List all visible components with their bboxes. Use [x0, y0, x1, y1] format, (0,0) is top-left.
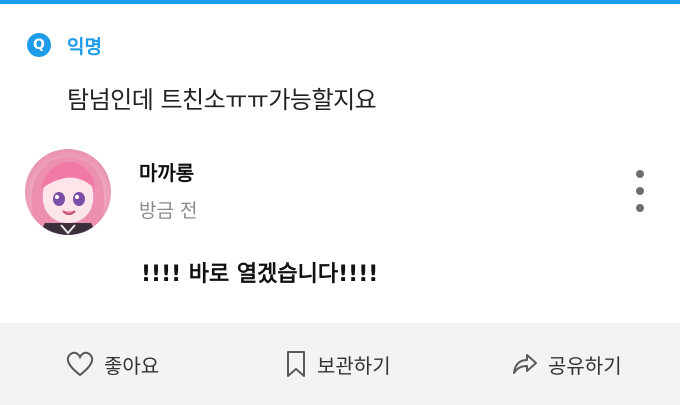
share-button[interactable]: 공유하기	[512, 323, 622, 405]
question-header: Q 익명	[27, 32, 102, 58]
q-badge-icon: Q	[27, 33, 51, 57]
action-bar: 좋아요 보관하기 공유하기	[0, 323, 680, 405]
more-options-button[interactable]	[630, 170, 650, 212]
share-icon	[512, 352, 538, 376]
save-label: 보관하기	[317, 353, 391, 378]
anonymous-label: 익명	[67, 35, 102, 58]
top-accent-bar	[0, 0, 680, 4]
like-button[interactable]: 좋아요	[66, 323, 159, 405]
more-dot-icon	[636, 187, 644, 195]
avatar-illustration	[25, 157, 111, 235]
more-dot-icon	[636, 204, 644, 212]
save-button[interactable]: 보관하기	[285, 323, 391, 405]
more-dot-icon	[636, 170, 644, 178]
author-name[interactable]: 마까롱	[139, 157, 194, 186]
bookmark-icon	[285, 350, 307, 378]
like-label: 좋아요	[104, 353, 160, 378]
answer-text: !!!! 바로 열겠습니다!!!!	[141, 262, 379, 287]
question-text: 탐넘인데 트친소ㅠㅠ가능할지요	[67, 86, 377, 114]
avatar[interactable]	[25, 149, 111, 235]
answer-timestamp: 방금 전	[139, 200, 198, 222]
heart-icon	[66, 351, 94, 377]
share-label: 공유하기	[548, 353, 622, 378]
